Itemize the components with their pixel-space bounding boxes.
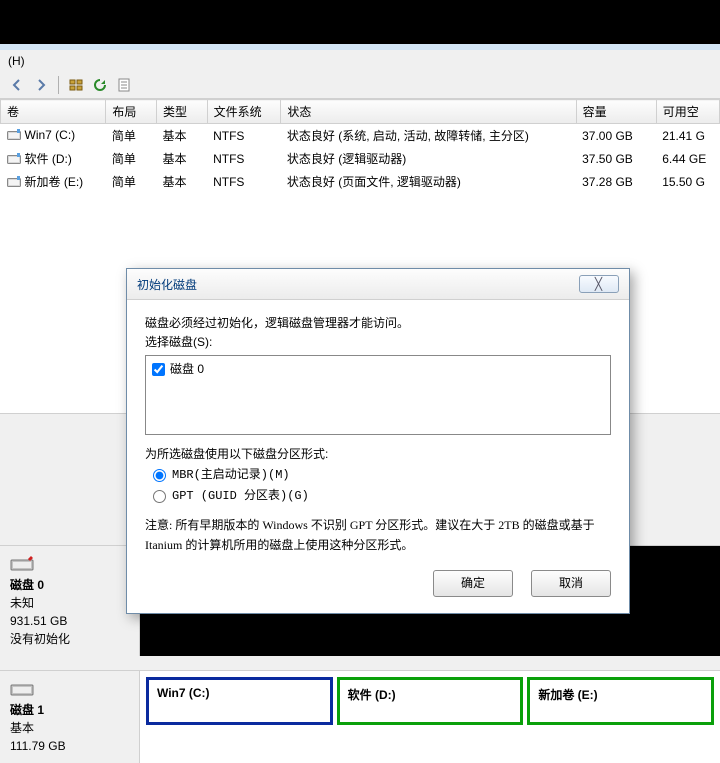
radio-mbr-label: MBR(主启动记录)(M) [172, 466, 290, 485]
cell-type: 基本 [157, 170, 208, 193]
radio-gpt-label: GPT (GUID 分区表)(G) [172, 487, 309, 506]
dialog-body: 磁盘必须经过初始化，逻辑磁盘管理器才能访问。 选择磁盘(S): 磁盘 0 为所选… [127, 300, 629, 613]
cell-layout: 简单 [106, 147, 157, 170]
close-icon: ╳ [595, 277, 603, 291]
disk1-line1: 基本 [10, 721, 34, 735]
col-capacity[interactable]: 容量 [576, 100, 656, 124]
disk1-line2: 111.79 GB [10, 739, 66, 753]
table-row[interactable]: 新加卷 (E:) 简单基本NTFS状态良好 (页面文件, 逻辑驱动器)37.28 … [1, 170, 720, 193]
radio-gpt-input[interactable] [153, 490, 166, 503]
disk-list-item[interactable]: 磁盘 0 [152, 360, 604, 379]
back-icon[interactable] [8, 76, 26, 94]
toolbar [0, 72, 720, 98]
disk-icon [10, 554, 38, 574]
volume-cell: 新加卷 (E:) [7, 173, 84, 190]
menu-bar[interactable]: (H) [0, 50, 720, 72]
window-top-blackbar [0, 0, 720, 44]
partition-software[interactable]: 软件 (D:) [337, 677, 524, 725]
ok-button[interactable]: 确定 [433, 570, 513, 597]
col-volume[interactable]: 卷 [1, 100, 106, 124]
disk0-label: 磁盘 0 未知 931.51 GB 没有初始化 [0, 546, 140, 656]
cell-fs: NTFS [207, 170, 281, 193]
cell-status: 状态良好 (系统, 启动, 活动, 故障转储, 主分区) [281, 124, 576, 148]
properties-icon[interactable] [115, 76, 133, 94]
cell-free: 21.41 G [656, 124, 719, 148]
partition-name: 新加卷 (E:) [538, 688, 597, 702]
dialog-close-button[interactable]: ╳ [579, 275, 619, 293]
dialog-note: 注意: 所有早期版本的 Windows 不识别 GPT 分区形式。建议在大于 2… [145, 515, 611, 556]
cell-type: 基本 [157, 124, 208, 148]
cell-free: 15.50 G [656, 170, 719, 193]
disk0-line3: 没有初始化 [10, 632, 70, 646]
col-free[interactable]: 可用空 [656, 100, 719, 124]
col-type[interactable]: 类型 [157, 100, 208, 124]
partition-newvol[interactable]: 新加卷 (E:) [527, 677, 714, 725]
disk0-line2: 931.51 GB [10, 614, 67, 628]
disk-item-label: 磁盘 0 [170, 360, 204, 379]
col-layout[interactable]: 布局 [106, 100, 157, 124]
cell-capacity: 37.50 GB [576, 147, 656, 170]
partition-name: Win7 (C:) [157, 686, 210, 700]
cell-fs: NTFS [207, 124, 281, 148]
disk-icon [10, 679, 38, 699]
radio-mbr-input[interactable] [153, 469, 166, 482]
cancel-button[interactable]: 取消 [531, 570, 611, 597]
cell-capacity: 37.28 GB [576, 170, 656, 193]
volume-name: Win7 (C:) [25, 128, 76, 142]
disk1-label: 磁盘 1 基本 111.79 GB [0, 671, 140, 763]
disk0-title: 磁盘 0 [10, 578, 44, 592]
dialog-titlebar[interactable]: 初始化磁盘 ╳ [127, 269, 629, 300]
disk-checkbox[interactable] [152, 363, 165, 376]
disk-row-1[interactable]: 磁盘 1 基本 111.79 GB Win7 (C:) 软件 (D:) 新加卷 … [0, 670, 720, 763]
cell-layout: 简单 [106, 170, 157, 193]
radio-mbr[interactable]: MBR(主启动记录)(M) [145, 465, 611, 486]
col-status[interactable]: 状态 [281, 100, 576, 124]
cell-status: 状态良好 (逻辑驱动器) [281, 147, 576, 170]
cell-layout: 简单 [106, 124, 157, 148]
radio-gpt[interactable]: GPT (GUID 分区表)(G) [145, 486, 611, 507]
dialog-title-text: 初始化磁盘 [137, 276, 197, 293]
table-row[interactable]: Win7 (C:) 简单基本NTFS状态良好 (系统, 启动, 活动, 故障转储,… [1, 124, 720, 148]
view-icon[interactable] [67, 76, 85, 94]
volume-name: 软件 (D:) [25, 150, 72, 167]
toolbar-divider [58, 76, 59, 94]
table-header-row: 卷 布局 类型 文件系统 状态 容量 可用空 [1, 100, 720, 124]
disk-listbox[interactable]: 磁盘 0 [145, 355, 611, 435]
initialize-disk-dialog: 初始化磁盘 ╳ 磁盘必须经过初始化，逻辑磁盘管理器才能访问。 选择磁盘(S): … [126, 268, 630, 614]
col-fs[interactable]: 文件系统 [207, 100, 281, 124]
partition-name: 软件 (D:) [348, 688, 396, 702]
volume-cell: Win7 (C:) [7, 128, 76, 142]
cell-free: 6.44 GE [656, 147, 719, 170]
select-disk-label: 选择磁盘(S): [145, 333, 611, 352]
cell-type: 基本 [157, 147, 208, 170]
dialog-msg: 磁盘必须经过初始化，逻辑磁盘管理器才能访问。 [145, 314, 611, 333]
disk1-partitions[interactable]: Win7 (C:) 软件 (D:) 新加卷 (E:) [140, 671, 720, 763]
menu-help[interactable]: (H) [8, 54, 25, 68]
dialog-buttons: 确定 取消 [145, 570, 611, 597]
forward-icon[interactable] [32, 76, 50, 94]
volume-name: 新加卷 (E:) [25, 173, 84, 190]
partition-style-label: 为所选磁盘使用以下磁盘分区形式: [145, 445, 611, 464]
volume-cell: 软件 (D:) [7, 150, 72, 167]
cell-status: 状态良好 (页面文件, 逻辑驱动器) [281, 170, 576, 193]
disk1-title: 磁盘 1 [10, 703, 44, 717]
refresh-icon[interactable] [91, 76, 109, 94]
cell-capacity: 37.00 GB [576, 124, 656, 148]
table-row[interactable]: 软件 (D:) 简单基本NTFS状态良好 (逻辑驱动器)37.50 GB6.44 … [1, 147, 720, 170]
partition-win7[interactable]: Win7 (C:) [146, 677, 333, 725]
cell-fs: NTFS [207, 147, 281, 170]
disk0-line1: 未知 [10, 596, 34, 610]
